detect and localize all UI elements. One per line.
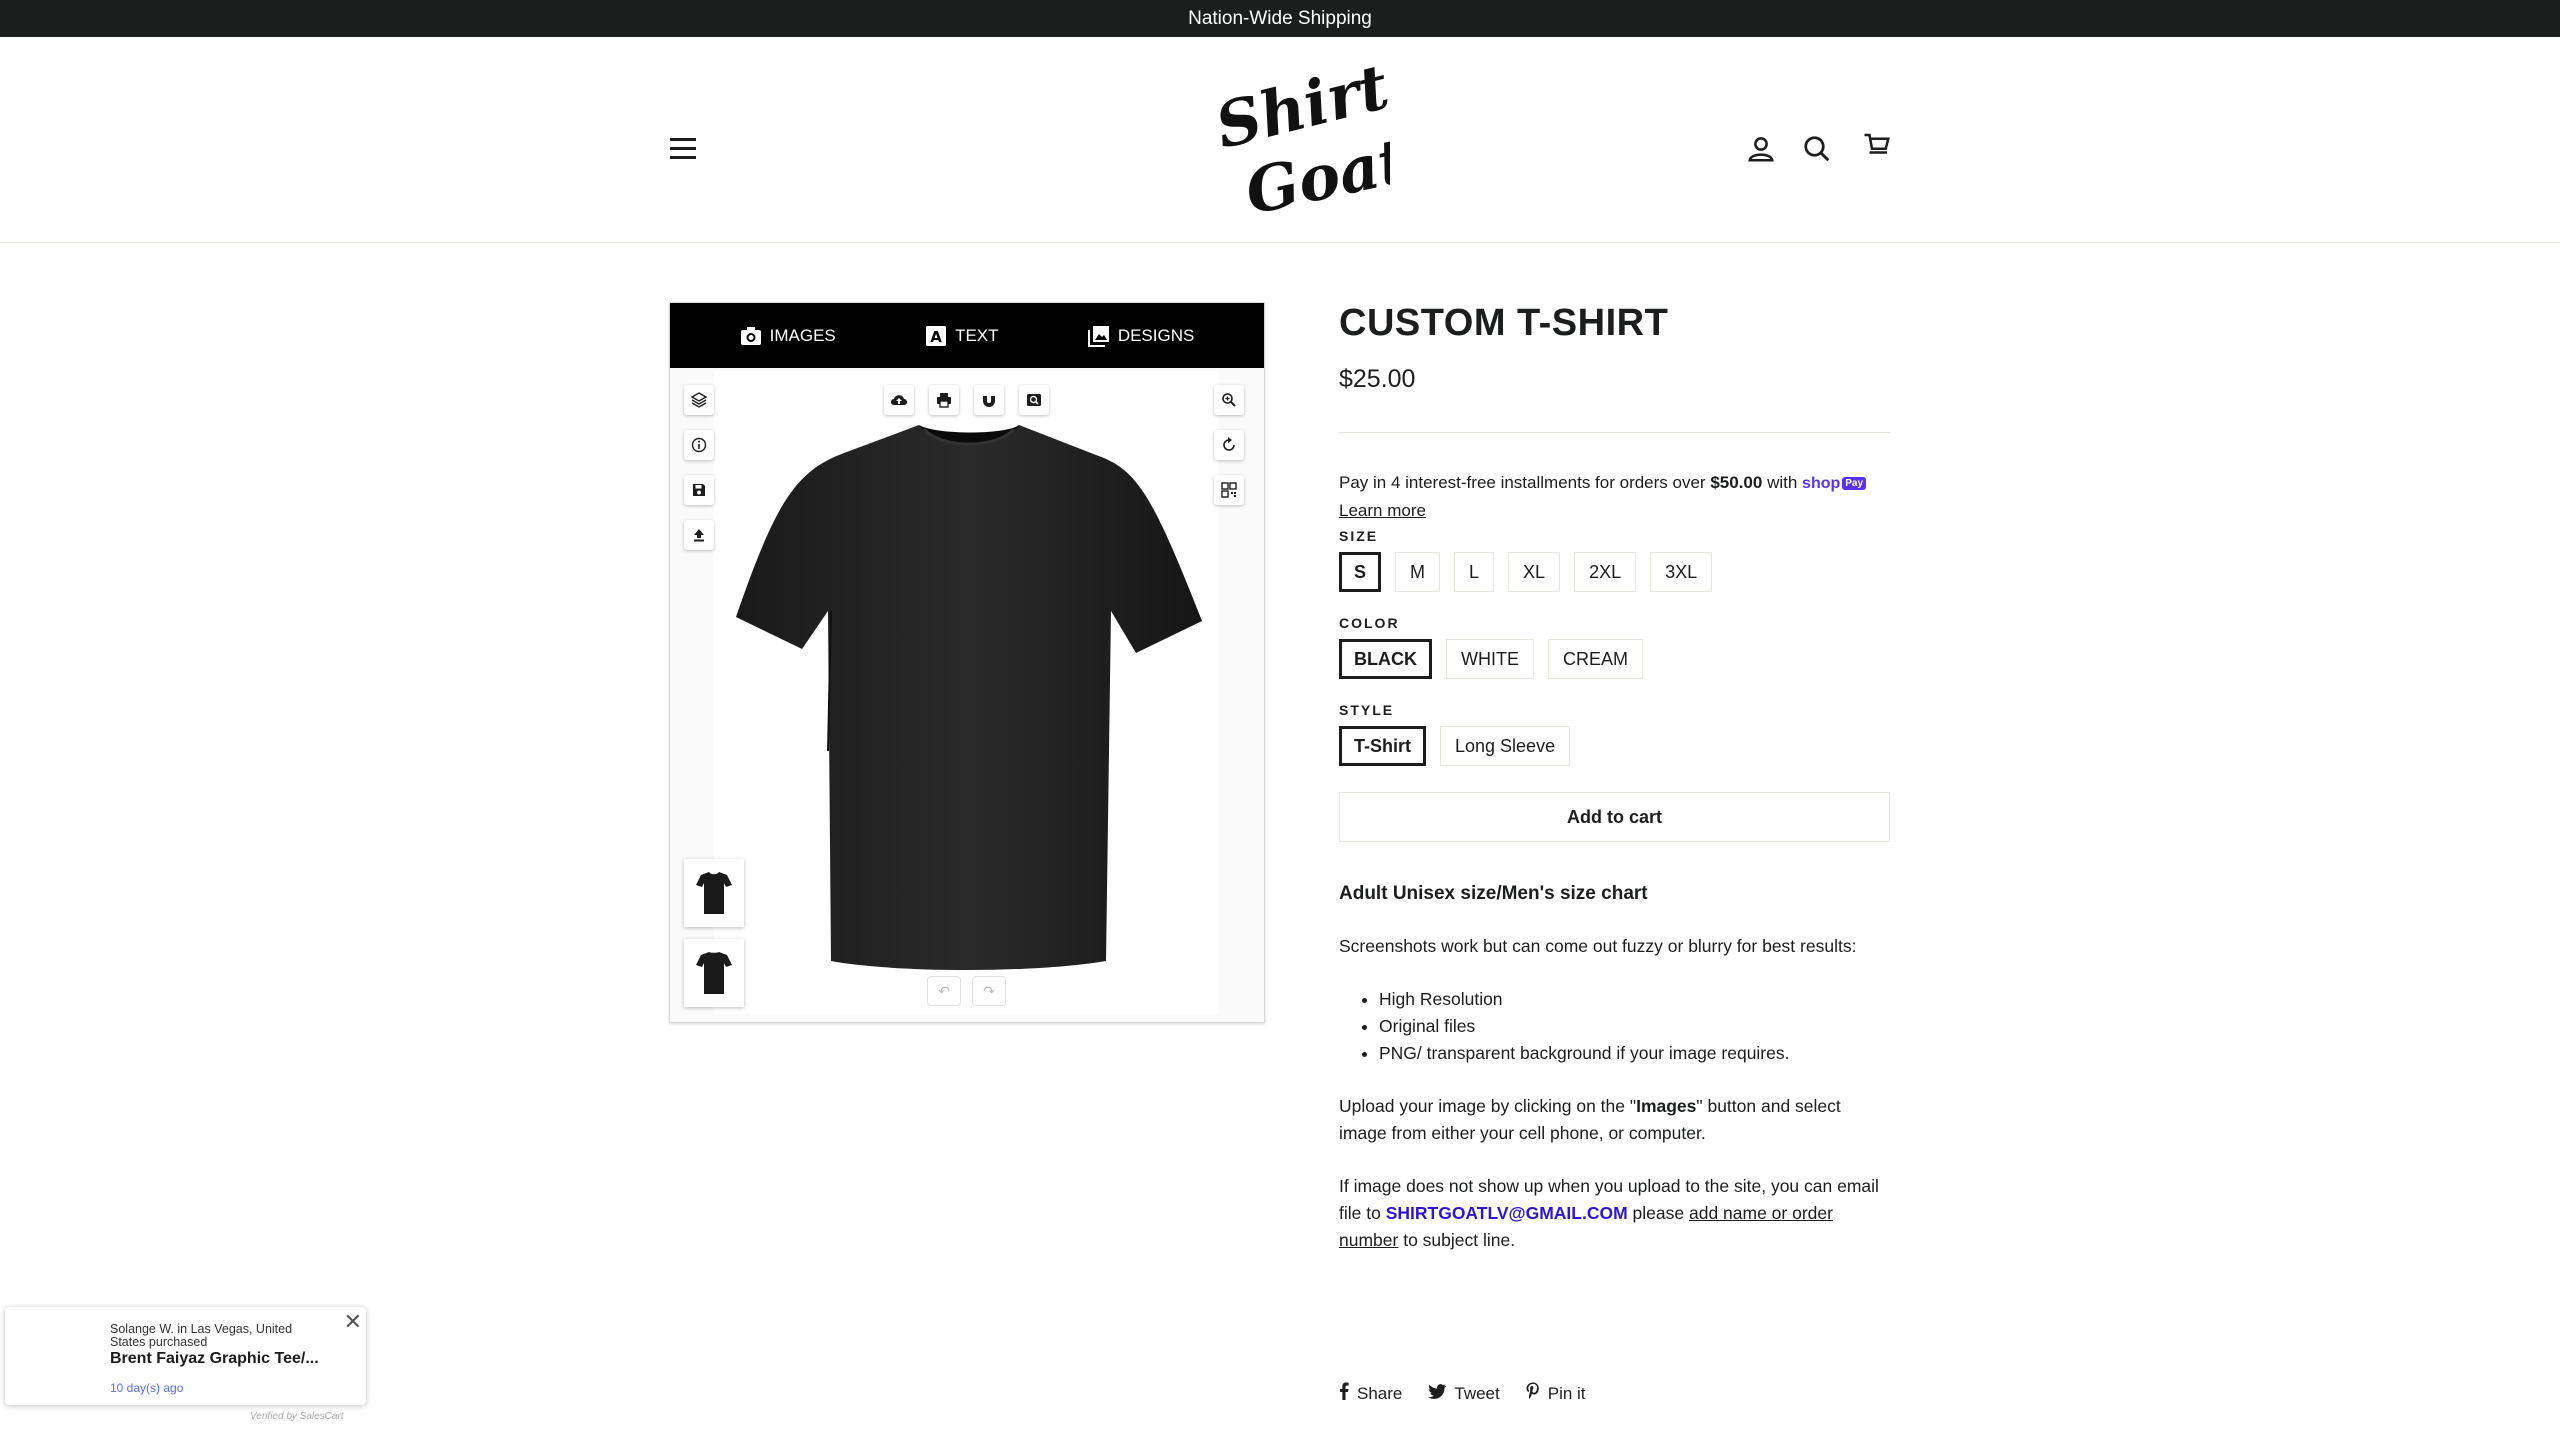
layers-icon[interactable] [684, 385, 714, 415]
tab-text-label: TEXT [955, 325, 999, 345]
tshirt-image[interactable] [736, 421, 1202, 973]
product-info: CUSTOM T-SHIRT $25.00 Pay in 4 interest-… [1339, 302, 1890, 1254]
p3-text-b: please [1632, 1203, 1685, 1224]
zoom-icon[interactable] [1214, 385, 1244, 415]
product-description: Adult Unisex size/Men's size chart Scree… [1339, 880, 1890, 1254]
shoppay-badge: Pay [1842, 477, 1867, 491]
save-icon[interactable] [684, 475, 714, 505]
list-item: PNG/ transparent background if your imag… [1379, 1040, 1890, 1067]
size-option-l[interactable]: L [1454, 552, 1495, 593]
installments-amount: $50.00 [1710, 473, 1763, 492]
p2-images-word: Images [1636, 1096, 1697, 1117]
learn-more-link[interactable]: Learn more [1339, 501, 1426, 520]
tips-list: High Resolution Original files PNG/ tran… [1339, 986, 1890, 1067]
product-title: CUSTOM T-SHIRT [1339, 302, 1669, 344]
twitter-icon [1428, 1383, 1447, 1404]
divider [1339, 432, 1890, 433]
size-option-m[interactable]: M [1395, 552, 1441, 593]
style-label: STYLE [1339, 702, 1395, 719]
shoppay-label: shop [1802, 475, 1841, 492]
verified-by-label: Verified by SalesCart [250, 1411, 344, 1422]
sales-notification-popup[interactable]: Solange W. in Las Vegas, United States p… [5, 1307, 366, 1405]
share-twitter-button[interactable]: Tweet [1428, 1382, 1500, 1405]
description-p2: Upload your image by clicking on the "Im… [1339, 1093, 1890, 1147]
close-icon[interactable]: ✕ [344, 1309, 362, 1335]
qr-icon[interactable] [1214, 475, 1244, 505]
text-icon: A [925, 325, 947, 347]
front-view-thumbnail[interactable] [684, 859, 744, 927]
style-option-tshirt[interactable]: T-Shirt [1339, 726, 1426, 767]
style-option-long-sleeve[interactable]: Long Sleeve [1440, 726, 1571, 767]
size-option-s[interactable]: S [1339, 552, 1382, 593]
description-p1: Screenshots work but can come out fuzzy … [1339, 936, 1857, 957]
product-price: $25.00 [1339, 365, 1416, 393]
installments-text: Pay in 4 interest-free installments for … [1339, 469, 1890, 524]
share-pinterest-button[interactable]: Pin it [1526, 1382, 1586, 1405]
site-logo[interactable]: Shirt Goat [1209, 50, 1415, 229]
announcement-bar: Nation-Wide Shipping [0, 0, 2560, 37]
redo-icon[interactable]: ↷ [973, 977, 1005, 1005]
popup-buyer-text: Solange W. in Las Vegas, United States p… [110, 1322, 293, 1349]
tab-images-label: IMAGES [769, 325, 836, 345]
announcement-text: Nation-Wide Shipping [1188, 7, 1372, 29]
designer-tabs: IMAGES A TEXT DESIGNS [670, 303, 1264, 368]
color-option-black[interactable]: BLACK [1339, 639, 1432, 680]
upload-icon[interactable] [684, 520, 714, 550]
designs-icon [1087, 325, 1110, 347]
camera-icon [740, 325, 762, 347]
installments-prefix: Pay in 4 interest-free installments for … [1339, 473, 1706, 492]
cloud-icon[interactable] [884, 385, 914, 415]
social-share: Share Tweet Pin it [1339, 1382, 1586, 1405]
size-options: S M L XL 2XL 3XL [1339, 552, 1890, 593]
info-icon[interactable] [684, 430, 714, 460]
email-link[interactable]: SHIRTGOATLV@GMAIL.COM [1386, 1203, 1628, 1223]
list-item: High Resolution [1379, 986, 1890, 1013]
popup-product-name[interactable]: Brent Faiyaz Graphic Tee/... [110, 1350, 319, 1368]
shoppay-logo: shop Pay [1802, 470, 1867, 497]
popup-time-ago: 10 day(s) ago [110, 1381, 184, 1395]
installments-with: with [1767, 473, 1798, 492]
magnet-icon[interactable] [974, 385, 1004, 415]
p3-text-c: to subject line. [1403, 1230, 1516, 1251]
add-to-cart-button[interactable]: Add to cart [1339, 792, 1890, 843]
cart-icon[interactable] [1862, 130, 1892, 160]
color-options: BLACK WHITE CREAM [1339, 639, 1890, 680]
back-view-thumbnail[interactable] [684, 939, 744, 1007]
p2-text-a: Upload your image by clicking on the " [1339, 1096, 1637, 1117]
svg-text:A: A [930, 328, 942, 346]
hamburger-icon[interactable] [670, 138, 696, 162]
size-option-xl[interactable]: XL [1508, 552, 1561, 593]
pinterest-icon [1526, 1382, 1540, 1405]
size-option-2xl[interactable]: 2XL [1574, 552, 1637, 593]
size-option-3xl[interactable]: 3XL [1650, 552, 1713, 593]
facebook-icon [1339, 1382, 1349, 1405]
share-twitter-label: Tweet [1454, 1383, 1500, 1403]
site-header: Shirt Goat [0, 37, 2560, 243]
user-icon[interactable] [1746, 134, 1776, 164]
product-designer: IMAGES A TEXT DESIGNS ↶ ↷ [669, 302, 1265, 1023]
share-pinterest-label: Pin it [1547, 1383, 1586, 1403]
share-facebook-label: Share [1357, 1383, 1403, 1403]
tab-designs-label: DESIGNS [1117, 325, 1195, 345]
size-label: SIZE [1339, 528, 1379, 545]
preview-icon[interactable] [1019, 385, 1049, 415]
search-icon[interactable] [1802, 134, 1832, 164]
share-facebook-button[interactable]: Share [1339, 1382, 1402, 1405]
size-chart-heading: Adult Unisex size/Men's size chart [1339, 883, 1648, 905]
color-option-white[interactable]: WHITE [1446, 639, 1534, 680]
list-item: Original files [1379, 1013, 1890, 1040]
style-options: T-Shirt Long Sleeve [1339, 726, 1890, 767]
reset-icon[interactable] [1214, 430, 1244, 460]
tab-text[interactable]: A TEXT [925, 325, 999, 347]
color-label: COLOR [1339, 615, 1400, 632]
color-option-cream[interactable]: CREAM [1548, 639, 1644, 680]
description-p3: If image does not show up when you uploa… [1339, 1173, 1890, 1254]
print-icon[interactable] [929, 385, 959, 415]
tab-images[interactable]: IMAGES [740, 325, 836, 347]
undo-icon[interactable]: ↶ [928, 977, 960, 1005]
tab-designs[interactable]: DESIGNS [1087, 325, 1195, 347]
